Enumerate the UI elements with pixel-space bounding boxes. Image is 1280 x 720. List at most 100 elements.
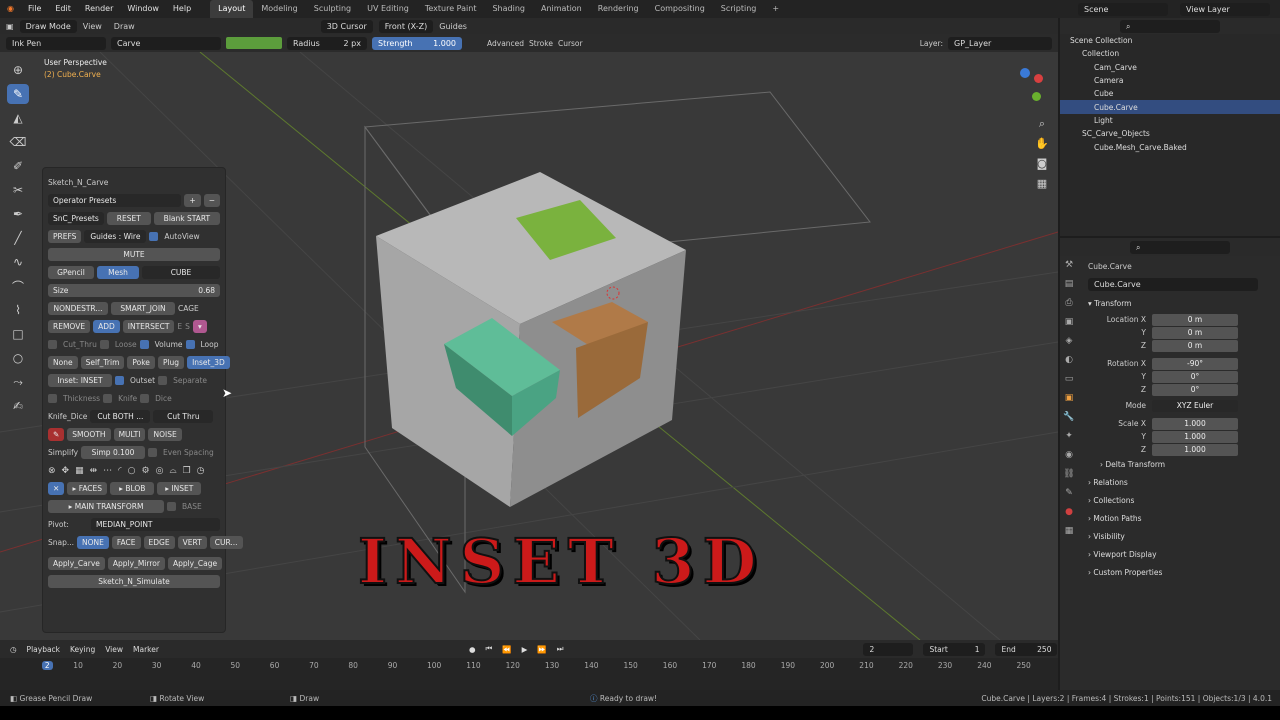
collections-section[interactable]: › Collections <box>1060 492 1280 510</box>
advanced-menu[interactable]: Advanced <box>487 39 524 48</box>
outliner-item[interactable]: Light <box>1060 114 1280 127</box>
tab-modeling[interactable]: Modeling <box>253 0 305 18</box>
snap-vert-button[interactable]: VERT <box>177 536 207 549</box>
radius-field[interactable]: Radius 2 px <box>287 36 367 50</box>
self-trim-button[interactable]: Self_Trim <box>80 356 125 369</box>
inset-field[interactable]: Inset: INSET <box>48 374 112 387</box>
timeline-ruler[interactable]: 2 10 20 30 40 50 60 70 80 90 100 110 120 130 140 150 160… <box>0 658 1058 690</box>
operator-presets-dropdown[interactable]: Operator Presets <box>48 194 182 207</box>
inset-3d-button[interactable]: Inset_3D <box>187 356 230 369</box>
loose-checkbox[interactable] <box>99 340 109 349</box>
collection-tab-icon[interactable]: ▭ <box>1060 370 1078 389</box>
dice-checkbox[interactable] <box>140 394 150 403</box>
faces-button[interactable]: ▸ FACES <box>67 482 108 495</box>
nondestr-button[interactable]: NONDESTR... <box>48 302 108 315</box>
remove-button[interactable]: REMOVE <box>48 320 91 333</box>
none-button[interactable]: None <box>48 356 78 369</box>
circle-tool-icon[interactable]: ○ <box>7 348 29 368</box>
tab-texture-paint[interactable]: Texture Paint <box>417 0 485 18</box>
thickness-checkbox[interactable] <box>48 394 57 403</box>
panel-title[interactable]: Sketch_N_Carve <box>48 178 108 187</box>
motion-paths-section[interactable]: › Motion Paths <box>1060 510 1280 528</box>
pan-hand-icon[interactable]: ✋ <box>1034 134 1050 154</box>
location-y-field[interactable]: 0 m <box>1152 326 1238 339</box>
annotate-tool-icon[interactable]: ✍ <box>7 396 29 416</box>
inset-button[interactable]: ▸ INSET <box>157 482 202 495</box>
outliner-item[interactable]: Camera <box>1060 74 1280 87</box>
next-key-icon[interactable]: ⏩ <box>537 645 546 654</box>
material-tab-icon[interactable]: ● <box>1060 503 1078 522</box>
tab-shading[interactable]: Shading <box>484 0 533 18</box>
outset-checkbox[interactable] <box>115 376 124 385</box>
gpencil-button[interactable]: GPencil <box>48 266 94 279</box>
curve-tool2-icon[interactable]: ⌓ <box>169 466 176 476</box>
marker-menu[interactable]: Marker <box>133 645 159 654</box>
material-selector[interactable]: Carve <box>111 36 221 50</box>
draw-tool-icon[interactable]: ✎ <box>7 84 29 104</box>
zoom-icon[interactable]: ⌕ <box>1034 114 1050 134</box>
add-button[interactable]: ADD <box>93 320 120 333</box>
polyline-tool-icon[interactable]: ∿ <box>7 252 29 272</box>
visibility-section[interactable]: › Visibility <box>1060 528 1280 546</box>
blank-start-button[interactable]: Blank START <box>153 212 220 225</box>
prefs-button[interactable]: PREFS <box>48 230 82 243</box>
view-menu-timeline[interactable]: View <box>105 645 123 654</box>
outliner-item[interactable]: Cube.Carve <box>1060 100 1280 114</box>
grid-tool-icon[interactable]: ▦ <box>75 466 84 476</box>
size-field[interactable]: Size 0.68 <box>48 284 220 297</box>
apply-carve-button[interactable]: Apply_Carve <box>48 557 105 570</box>
location-x-field[interactable]: 0 m <box>1152 313 1238 326</box>
stroke-menu[interactable]: Stroke <box>529 39 553 48</box>
tool-tab-icon[interactable]: ⚒ <box>1060 256 1078 275</box>
gizmo-x-icon[interactable] <box>1034 74 1043 83</box>
simp-field[interactable]: Simp 0.100 <box>81 446 146 459</box>
plug-button[interactable]: Plug <box>157 356 185 369</box>
bevel-tool-icon[interactable]: ◜ <box>118 466 122 476</box>
menu-render[interactable]: Render <box>78 0 120 18</box>
start-frame-field[interactable]: Start 1 <box>923 642 986 656</box>
volume-checkbox[interactable] <box>139 340 149 349</box>
apply-cage-button[interactable]: Apply_Cage <box>167 557 223 570</box>
view-layer-selector[interactable]: View Layer <box>1180 2 1270 16</box>
brush-color-icon[interactable]: ✎ <box>48 428 65 441</box>
base-checkbox[interactable] <box>167 502 176 511</box>
playback-menu[interactable]: Playback <box>27 645 60 654</box>
relations-section[interactable]: › Relations <box>1060 474 1280 492</box>
add-workspace-button[interactable]: + <box>764 0 787 18</box>
view-menu[interactable]: View <box>77 22 108 31</box>
cut-thru-checkbox[interactable] <box>48 340 57 349</box>
blender-logo-icon[interactable]: ◉ <box>0 0 21 18</box>
smart-join-button[interactable]: SMART_JOIN <box>111 302 175 315</box>
object-tab-icon[interactable]: ▣ <box>1060 389 1078 408</box>
cutter-tool-icon[interactable]: ✂ <box>7 180 29 200</box>
smooth-button[interactable]: SMOOTH <box>67 428 111 441</box>
physics-tab-icon[interactable]: ◉ <box>1060 446 1078 465</box>
delta-transform-section[interactable]: › Delta Transform <box>1060 456 1280 474</box>
transform-section[interactable]: ▾ Transform <box>1060 295 1280 313</box>
shape-tool-icon[interactable]: ✥ <box>62 466 70 476</box>
color-toggle-icon[interactable]: ▾ <box>192 320 207 333</box>
output-tab-icon[interactable]: ⎙ <box>1060 294 1078 313</box>
e-toggle[interactable]: E <box>177 322 182 331</box>
menu-window[interactable]: Window <box>120 0 166 18</box>
pivot-dropdown[interactable]: MEDIAN_POINT <box>91 518 220 531</box>
brush-selector[interactable]: Ink Pen <box>6 36 106 50</box>
color-swatch[interactable] <box>226 37 282 49</box>
mode-selector[interactable]: Draw Mode <box>19 19 77 33</box>
even-spacing-checkbox[interactable] <box>148 448 158 457</box>
custom-properties-section[interactable]: › Custom Properties <box>1060 564 1280 582</box>
remove-preset-button[interactable]: − <box>203 194 220 207</box>
cut-thru-dropdown[interactable]: Cut Thru <box>153 410 214 423</box>
outliner-item[interactable]: Cube.Mesh_Carve.Baked <box>1060 140 1280 153</box>
cursor-menu[interactable]: Cursor <box>558 39 583 48</box>
apply-mirror-button[interactable]: Apply_Mirror <box>107 557 165 570</box>
view-layer-tab-icon[interactable]: ▣ <box>1060 313 1078 332</box>
draw-menu[interactable]: Draw <box>108 22 141 31</box>
close-icon-button[interactable]: ✕ <box>48 482 65 495</box>
rotation-x-field[interactable]: -90° <box>1152 357 1238 370</box>
editor-type-timeline-icon[interactable]: ◷ <box>10 645 17 654</box>
gear-icon[interactable]: ⚙ <box>142 466 150 476</box>
copy-tool-icon[interactable]: ❐ <box>183 466 191 476</box>
guides-dropdown[interactable]: Guides : Wire <box>84 230 147 243</box>
mesh-button[interactable]: Mesh <box>97 266 139 279</box>
